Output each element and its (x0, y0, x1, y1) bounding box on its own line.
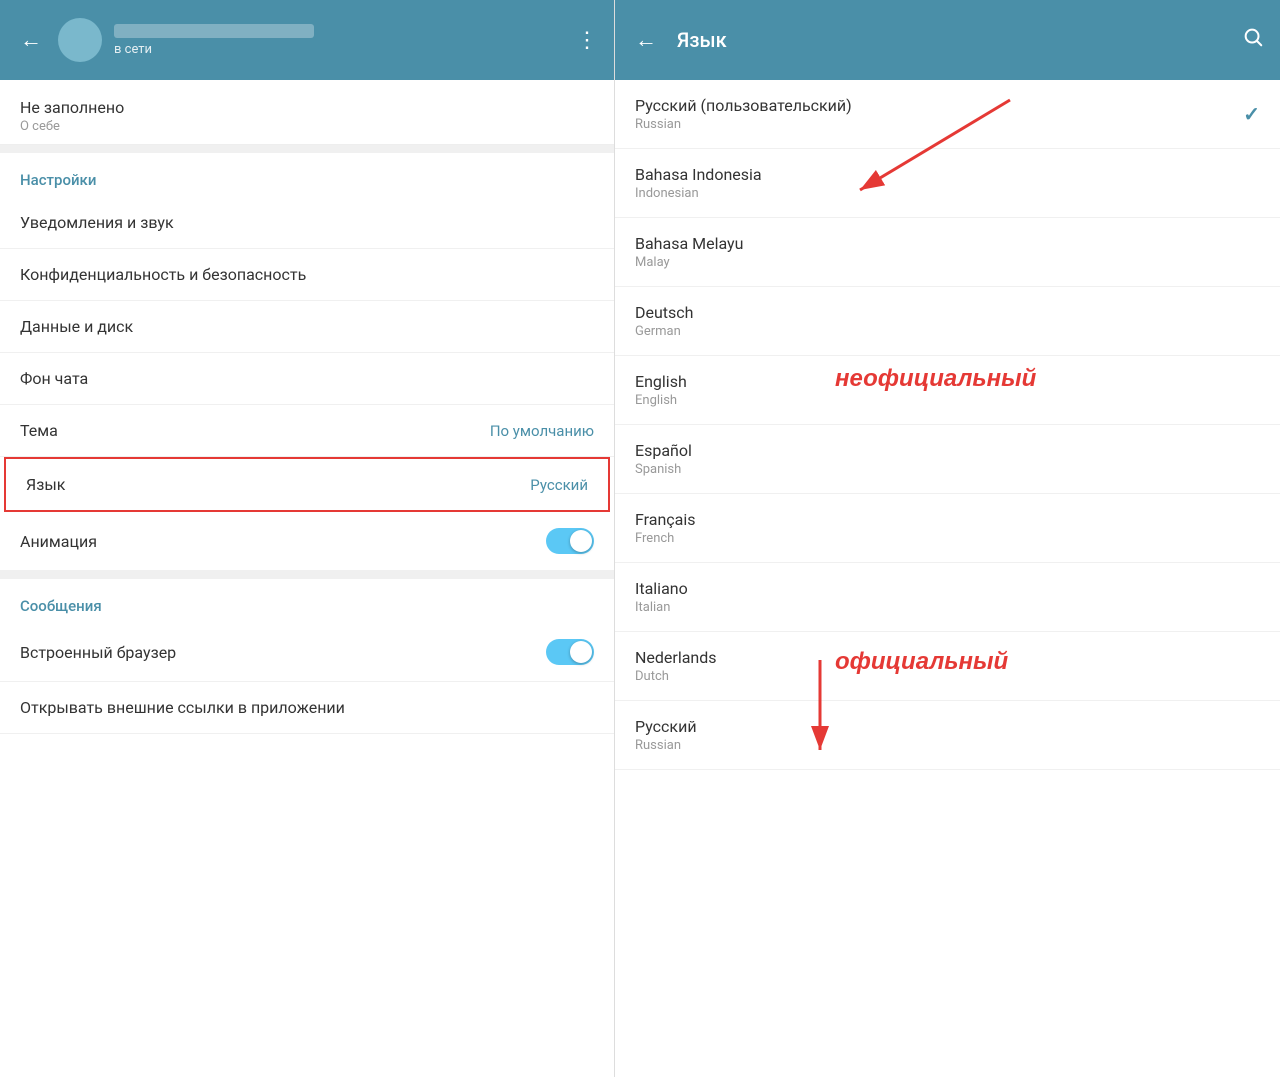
profile-field-sublabel: О себе (20, 119, 594, 134)
external-links-item[interactable]: Открывать внешние ссылки в приложении (0, 682, 614, 734)
theme-label: Тема (20, 421, 58, 440)
lang-english: Indonesian (635, 186, 762, 201)
animation-item[interactable]: Анимация (0, 512, 614, 571)
lang-english: Spanish (635, 462, 692, 477)
external-links-label: Открывать внешние ссылки в приложении (20, 698, 345, 717)
lang-item-texts: Русский (пользовательский) Russian (635, 96, 852, 132)
lang-item-texts: Español Spanish (635, 441, 692, 477)
lang-native: Bahasa Melayu (635, 234, 743, 253)
right-header: ← Язык (615, 0, 1280, 80)
lang-english: English (635, 393, 687, 408)
data-label: Данные и диск (20, 317, 133, 336)
language-item[interactable]: Язык Русский (4, 457, 610, 512)
list-item[interactable]: Nederlands Dutch (615, 632, 1280, 701)
settings-section-header: Настройки (0, 153, 614, 197)
back-button[interactable]: ← (16, 23, 46, 57)
notifications-item[interactable]: Уведомления и звук (0, 197, 614, 249)
notifications-label: Уведомления и звук (20, 213, 174, 232)
wallpaper-item[interactable]: Фон чата (0, 353, 614, 405)
contact-name (114, 24, 314, 38)
list-item[interactable]: Русский (пользовательский) Russian ✓ (615, 80, 1280, 149)
lang-item-texts: Bahasa Melayu Malay (635, 234, 743, 270)
lang-native: Deutsch (635, 303, 693, 322)
lang-native: Español (635, 441, 692, 460)
lang-native: Русский (635, 717, 697, 736)
lang-native: English (635, 372, 687, 391)
divider2 (0, 571, 614, 579)
left-header: ← в сети ⋮ (0, 0, 614, 80)
left-panel: ← в сети ⋮ Не заполнено О себе Настройки… (0, 0, 615, 1077)
list-item[interactable]: English English (615, 356, 1280, 425)
header-info: в сети (114, 24, 564, 57)
lang-english: Malay (635, 255, 743, 270)
list-item[interactable]: Русский Russian (615, 701, 1280, 770)
lang-item-texts: Nederlands Dutch (635, 648, 717, 684)
list-item[interactable]: Español Spanish (615, 425, 1280, 494)
messages-section-header: Сообщения (0, 579, 614, 623)
lang-item-texts: Italiano Italian (635, 579, 688, 615)
more-button[interactable]: ⋮ (576, 28, 598, 53)
language-back-button[interactable]: ← (631, 23, 661, 57)
theme-item[interactable]: Тема По умолчанию (0, 405, 614, 457)
search-button[interactable] (1242, 26, 1264, 54)
lang-item-texts: English English (635, 372, 687, 408)
language-value: Русский (530, 476, 588, 494)
list-item[interactable]: Deutsch German (615, 287, 1280, 356)
list-item[interactable]: Bahasa Indonesia Indonesian (615, 149, 1280, 218)
lang-english: Russian (635, 738, 697, 753)
lang-native: Nederlands (635, 648, 717, 667)
list-item[interactable]: Français French (615, 494, 1280, 563)
theme-value: По умолчанию (490, 422, 594, 440)
lang-item-texts: Русский Russian (635, 717, 697, 753)
profile-section: Не заполнено О себе (0, 80, 614, 145)
privacy-label: Конфиденциальность и безопасность (20, 265, 306, 284)
lang-item-texts: Français French (635, 510, 696, 546)
divider (0, 145, 614, 153)
browser-toggle[interactable] (546, 639, 594, 665)
selected-checkmark: ✓ (1243, 102, 1260, 126)
left-content: Не заполнено О себе Настройки Уведомлени… (0, 80, 614, 1077)
contact-status: в сети (114, 42, 564, 57)
animation-toggle[interactable] (546, 528, 594, 554)
data-item[interactable]: Данные и диск (0, 301, 614, 353)
right-panel: ← Язык Русский (пользовательский) Russia… (615, 0, 1280, 1077)
browser-label: Встроенный браузер (20, 643, 176, 662)
animation-label: Анимация (20, 532, 97, 551)
lang-item-texts: Bahasa Indonesia Indonesian (635, 165, 762, 201)
language-list: Русский (пользовательский) Russian ✓ Bah… (615, 80, 1280, 1077)
lang-english: Dutch (635, 669, 717, 684)
lang-native: Русский (пользовательский) (635, 96, 852, 115)
privacy-item[interactable]: Конфиденциальность и безопасность (0, 249, 614, 301)
language-panel-title: Язык (677, 28, 1226, 52)
lang-native: Italiano (635, 579, 688, 598)
lang-native: Français (635, 510, 696, 529)
avatar (58, 18, 102, 62)
list-item[interactable]: Italiano Italian (615, 563, 1280, 632)
browser-item[interactable]: Встроенный браузер (0, 623, 614, 682)
profile-field-label: Не заполнено (20, 98, 594, 117)
lang-english: Russian (635, 117, 852, 132)
wallpaper-label: Фон чата (20, 369, 88, 388)
lang-english: Italian (635, 600, 688, 615)
lang-native: Bahasa Indonesia (635, 165, 762, 184)
list-item[interactable]: Bahasa Melayu Malay (615, 218, 1280, 287)
lang-item-texts: Deutsch German (635, 303, 693, 339)
lang-english: German (635, 324, 693, 339)
lang-english: French (635, 531, 696, 546)
language-label: Язык (26, 475, 65, 494)
